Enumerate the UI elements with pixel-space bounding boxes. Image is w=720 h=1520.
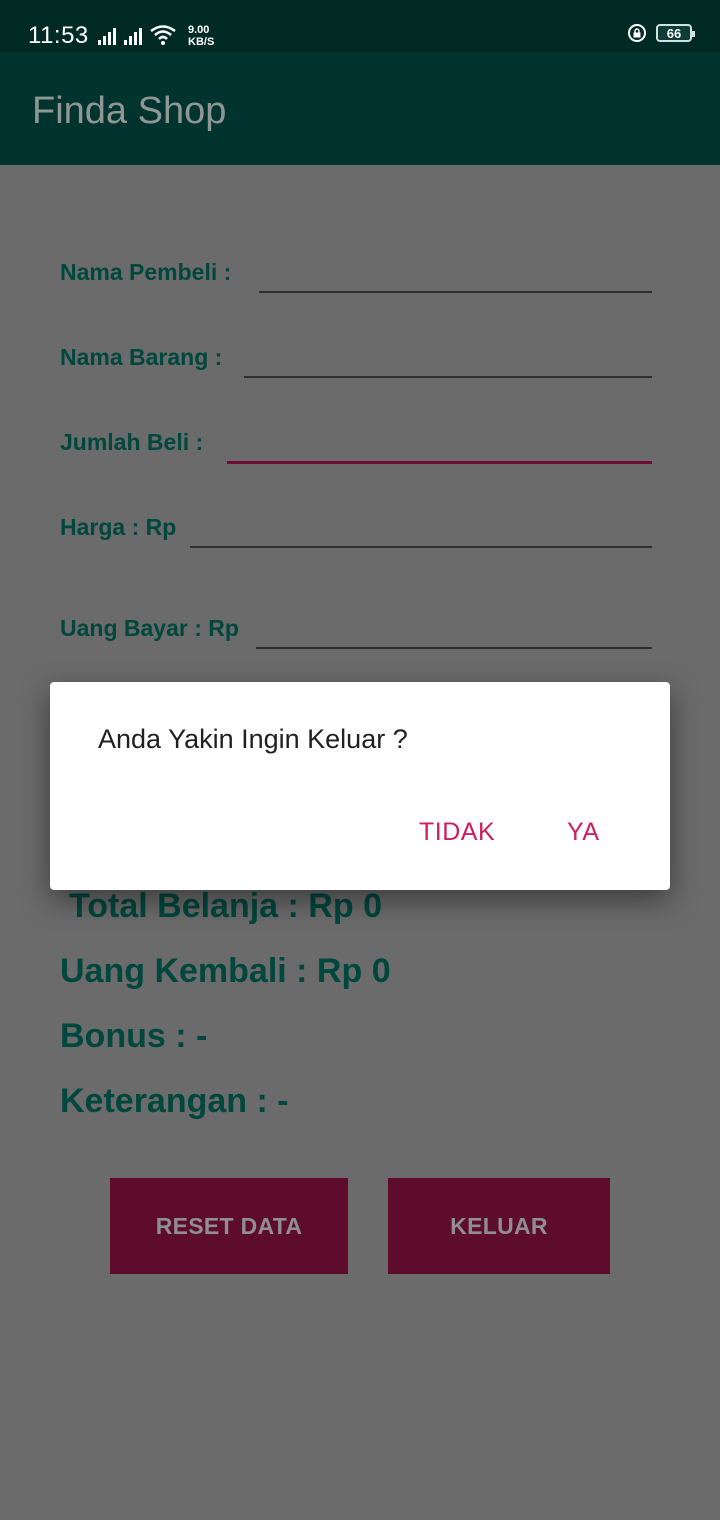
jumlah-beli-label: Jumlah Beli : <box>60 429 204 455</box>
rotation-lock-icon <box>628 24 646 42</box>
reset-data-button[interactable]: RESET DATA <box>110 1178 348 1274</box>
status-icons-left <box>98 25 176 45</box>
status-bar: 11:53 9.00 KB/S 66 <box>0 0 720 52</box>
keluar-button[interactable]: KELUAR <box>388 1178 610 1274</box>
nama-pembeli-input[interactable] <box>259 291 652 293</box>
dialog-yes-button[interactable]: YA <box>567 818 600 847</box>
app-bar: Finda Shop <box>0 52 720 165</box>
signal-icon <box>124 27 142 45</box>
status-time: 11:53 <box>28 22 89 49</box>
jumlah-beli-input[interactable] <box>227 461 652 464</box>
dialog-message: Anda Yakin Ingin Keluar ? <box>98 724 408 754</box>
signal-icon <box>98 27 116 45</box>
dialog-no-button[interactable]: TIDAK <box>419 818 495 847</box>
uang-bayar-label: Uang Bayar : Rp <box>60 615 239 641</box>
nama-pembeli-label: Nama Pembeli : <box>60 259 232 285</box>
app-title: Finda Shop <box>32 90 227 132</box>
net-speed-unit: KB/S <box>188 36 215 48</box>
keterangan-text: Keterangan : - <box>60 1082 289 1120</box>
harga-input[interactable] <box>190 546 652 548</box>
uang-kembali-text: Uang Kembali : Rp 0 <box>60 952 391 990</box>
harga-label: Harga : Rp <box>60 514 177 540</box>
exit-confirm-dialog: Anda Yakin Ingin Keluar ? TIDAK YA <box>50 682 670 890</box>
net-speed-value: 9.00 <box>188 24 210 36</box>
total-belanja-text: Total Belanja : Rp 0 <box>69 887 382 925</box>
nama-barang-input[interactable] <box>244 376 652 378</box>
battery-level: 66 <box>666 25 682 41</box>
net-speed: 9.00 KB/S <box>188 24 214 48</box>
uang-bayar-input[interactable] <box>256 647 652 649</box>
status-icons-right: 66 <box>628 24 695 42</box>
bonus-text: Bonus : - <box>60 1017 208 1055</box>
battery-icon: 66 <box>656 24 695 42</box>
wifi-icon <box>150 25 176 45</box>
nama-barang-label: Nama Barang : <box>60 344 223 370</box>
